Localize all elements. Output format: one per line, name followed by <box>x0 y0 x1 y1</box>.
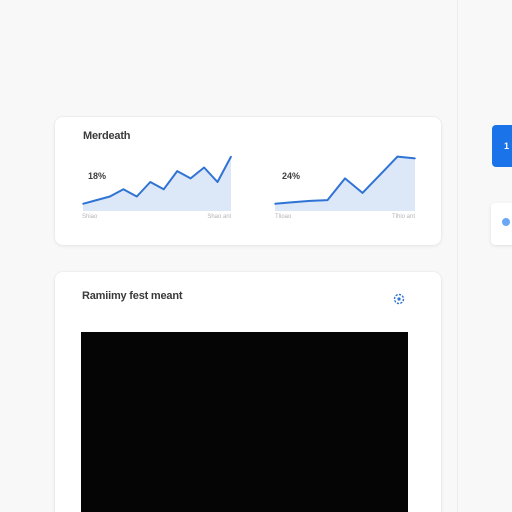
metrics-card: Merdeath 18% Shiao Shao anl 24% Tlioao T… <box>55 117 441 245</box>
chart-0-point-8 <box>189 177 192 180</box>
chart-0-point-0 <box>82 203 84 205</box>
chart-1-point-0 <box>274 203 276 205</box>
side-action-button[interactable]: 1 <box>492 125 512 167</box>
trend-chart-right-svg <box>274 155 416 211</box>
chart-left-percent-label: 18% <box>88 171 107 181</box>
metrics-card-title: Merdeath <box>83 130 131 142</box>
chart-right-percent-label: 24% <box>282 171 301 181</box>
chart-1-point-4 <box>344 177 346 180</box>
chart-1-point-7 <box>396 155 399 158</box>
chart-1-point-8 <box>414 157 416 160</box>
chart-right-x-tick-start: Tlioao <box>275 214 292 220</box>
chart-1-point-3 <box>326 199 329 201</box>
chart-1-point-2 <box>309 200 311 202</box>
media-preview[interactable] <box>81 332 408 512</box>
gear-icon[interactable] <box>391 291 407 307</box>
chart-left-x-tick-end: Shao anl <box>207 214 231 220</box>
chart-1-point-6 <box>379 174 381 176</box>
indicator-dot-icon <box>502 218 510 226</box>
chart-0-point-2 <box>109 195 111 198</box>
trend-chart-right: 24% Tlioao Tlhio ant <box>273 145 417 225</box>
chart-0-point-1 <box>95 199 98 201</box>
trend-chart-left: 18% Shiao Shao anl <box>81 145 233 225</box>
chart-0-point-3 <box>122 188 125 191</box>
chart-1-point-1 <box>291 201 294 204</box>
chart-0-point-11 <box>230 155 232 158</box>
side-tile[interactable] <box>491 203 512 245</box>
upload-card: Ramiimy fest meant <box>55 272 441 512</box>
chart-left-x-tick-start: Shiao <box>82 214 98 220</box>
chart-right-x-tick-end: Tlhio ant <box>391 214 415 220</box>
upload-card-title: Ramiimy fest meant <box>82 290 183 302</box>
chart-0-point-10 <box>216 181 219 183</box>
chart-0-area <box>83 156 231 211</box>
chart-0-point-5 <box>149 181 152 183</box>
trend-chart-left-svg <box>82 155 232 211</box>
chart-0-point-9 <box>203 166 205 169</box>
panel-divider <box>457 0 458 512</box>
chart-0-point-4 <box>136 195 138 198</box>
chart-0-point-7 <box>176 170 178 172</box>
chart-1-point-5 <box>361 192 364 194</box>
chart-0-point-6 <box>162 188 165 191</box>
